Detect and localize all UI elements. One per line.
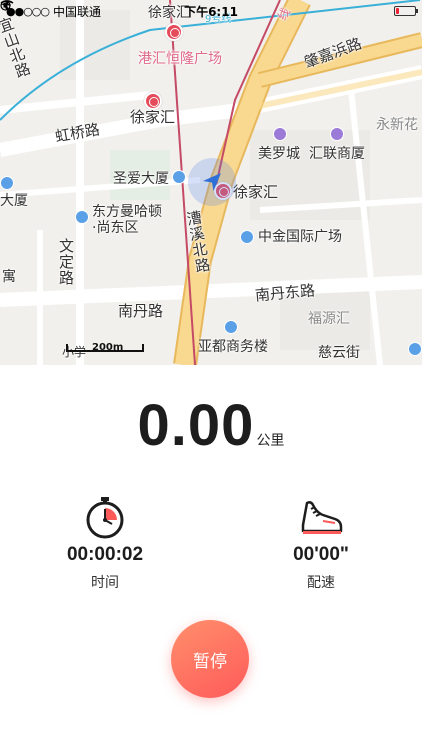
map-view[interactable]: ●●○○○ 中国联通 下午6:11 徐家汇 9号线 线 港汇恒隆广场 肇嘉浜路 … bbox=[0, 0, 422, 365]
pace-stat: 00'00" 配速 bbox=[251, 494, 391, 592]
map-label: 美罗城 bbox=[258, 146, 300, 162]
building-poi-icon[interactable] bbox=[0, 176, 14, 190]
map-label: 汇联商厦 bbox=[309, 146, 365, 162]
pace-label: 配速 bbox=[307, 575, 335, 591]
elapsed-time-value: 00:00:02 bbox=[66, 544, 144, 565]
map-label: 南丹路 bbox=[118, 302, 164, 320]
pause-button[interactable]: 暂停 bbox=[171, 620, 249, 698]
map-label: 徐家汇 bbox=[233, 183, 279, 201]
status-bar: ●●○○○ 中国联通 下午6:11 bbox=[0, 0, 422, 22]
map-label: 寓 bbox=[2, 269, 16, 285]
map-label: 亚都商务楼 bbox=[198, 339, 268, 355]
map-label: 港汇恒隆广场 bbox=[138, 51, 222, 67]
map-label: ·尚东区 bbox=[92, 220, 139, 236]
shopping-poi-icon[interactable] bbox=[273, 127, 287, 141]
pace-value: 00'00" bbox=[293, 544, 349, 565]
metro-station-icon[interactable] bbox=[165, 23, 183, 41]
distance-value: 0.00 bbox=[137, 393, 255, 458]
map-label: 大厦 bbox=[0, 193, 28, 209]
map-label: 福源汇 bbox=[308, 311, 350, 327]
stopwatch-icon bbox=[35, 494, 175, 540]
shopping-poi-icon[interactable] bbox=[330, 127, 344, 141]
carrier-name: 中国联通 bbox=[53, 4, 102, 19]
distance-display: 0.00 公里 bbox=[0, 392, 422, 459]
battery-icon bbox=[394, 6, 418, 16]
elapsed-time-label: 时间 bbox=[91, 575, 119, 591]
map-label: 圣爱大厦 bbox=[113, 171, 169, 187]
distance-unit: 公里 bbox=[256, 433, 285, 449]
building-poi-icon[interactable] bbox=[75, 210, 89, 224]
building-poi-icon[interactable] bbox=[240, 230, 254, 244]
map-label: 徐家汇 bbox=[130, 108, 176, 126]
building-poi-icon[interactable] bbox=[224, 320, 238, 334]
map-label: 东方曼哈顿 bbox=[92, 204, 162, 220]
map-scale-label: 200m bbox=[92, 342, 124, 353]
building-poi-icon[interactable] bbox=[408, 342, 422, 356]
metro-station-icon[interactable] bbox=[144, 92, 162, 110]
map-label: 文定路 bbox=[57, 238, 75, 286]
map-label: 中金国际广场 bbox=[258, 229, 342, 245]
time-stat: 00:00:02 时间 bbox=[35, 494, 175, 592]
building-poi-icon[interactable] bbox=[172, 170, 186, 184]
map-label: 永新花 bbox=[376, 117, 418, 133]
status-time: 下午6:11 bbox=[184, 4, 238, 19]
map-label: 慈云街 bbox=[318, 345, 360, 361]
running-shoe-icon bbox=[251, 494, 391, 540]
